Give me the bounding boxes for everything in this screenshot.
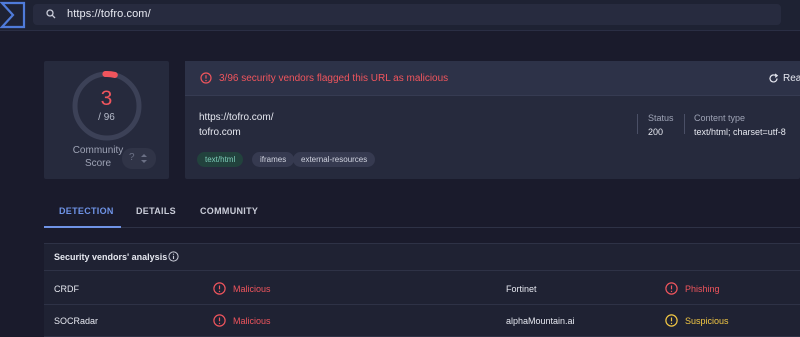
url-info-card: 3/96 security vendors flagged this URL a… [185, 61, 800, 179]
search-icon [46, 9, 56, 19]
content-type-label: Content type [694, 113, 746, 123]
vote-down-icon[interactable] [141, 160, 147, 163]
verdict-label: Phishing [685, 284, 720, 294]
vendor-name: alphaMountain.ai [506, 316, 575, 326]
vendor-name: SOCRadar [54, 316, 99, 326]
alert-circle-icon [665, 314, 678, 327]
scanned-url: https://tofro.com/ [199, 112, 274, 123]
reanalyze-icon[interactable] [768, 73, 779, 84]
community-vote-control[interactable]: ? [122, 148, 156, 169]
tab-detection[interactable]: DETECTION [59, 206, 114, 216]
table-row: CRDF Malicious Fortinet Phishing [44, 273, 800, 305]
detection-total: / 96 [98, 112, 115, 123]
active-tab-indicator [44, 226, 121, 228]
search-input[interactable]: https://tofro.com/ [67, 8, 151, 20]
alert-circle-icon [213, 282, 226, 295]
community-score-value: ? [129, 152, 135, 163]
scanned-domain[interactable]: tofro.com [199, 127, 241, 138]
reanalyze-button[interactable]: Rean [783, 73, 800, 84]
detection-score-card: 3 / 96 Community Score ? [44, 61, 169, 179]
verdict-label: Suspicious [685, 316, 729, 326]
tag-external-resources[interactable]: external-resources [293, 152, 376, 167]
top-bar: https://tofro.com/ [0, 0, 800, 31]
virustotal-logo-icon[interactable] [0, 1, 27, 29]
panel-header: Security vendors' analysis [44, 244, 800, 271]
verdict-label: Malicious [233, 316, 271, 326]
table-row: SOCRadar Malicious alphaMountain.ai Susp… [44, 305, 800, 337]
divider [637, 114, 638, 134]
vendor-name: Fortinet [506, 284, 537, 294]
tab-bar: DETECTION DETAILS COMMUNITY [44, 195, 800, 228]
tag-text-html[interactable]: text/html [197, 152, 244, 167]
alert-banner: 3/96 security vendors flagged this URL a… [185, 61, 800, 96]
alert-text: 3/96 security vendors flagged this URL a… [219, 73, 449, 84]
panel-title: Security vendors' analysis [54, 252, 168, 262]
vote-up-icon[interactable] [141, 154, 147, 157]
search-bar[interactable]: https://tofro.com/ [33, 4, 781, 25]
alert-circle-icon [665, 282, 678, 295]
tab-community[interactable]: COMMUNITY [200, 206, 258, 216]
status-label: Status [648, 113, 674, 123]
status-value: 200 [648, 127, 664, 137]
tab-details[interactable]: DETAILS [136, 206, 176, 216]
vendor-name: CRDF [54, 284, 79, 294]
detection-count: 3 [100, 87, 113, 110]
divider [684, 114, 685, 134]
alert-circle-icon [200, 72, 212, 84]
vendors-analysis-panel: Security vendors' analysis CRDF Maliciou… [44, 243, 800, 337]
tag-iframes[interactable]: iframes [252, 152, 295, 167]
verdict-label: Malicious [233, 284, 271, 294]
content-type-value: text/html; charset=utf-8 [694, 127, 786, 137]
info-icon[interactable] [168, 251, 179, 262]
alert-circle-icon [213, 314, 226, 327]
